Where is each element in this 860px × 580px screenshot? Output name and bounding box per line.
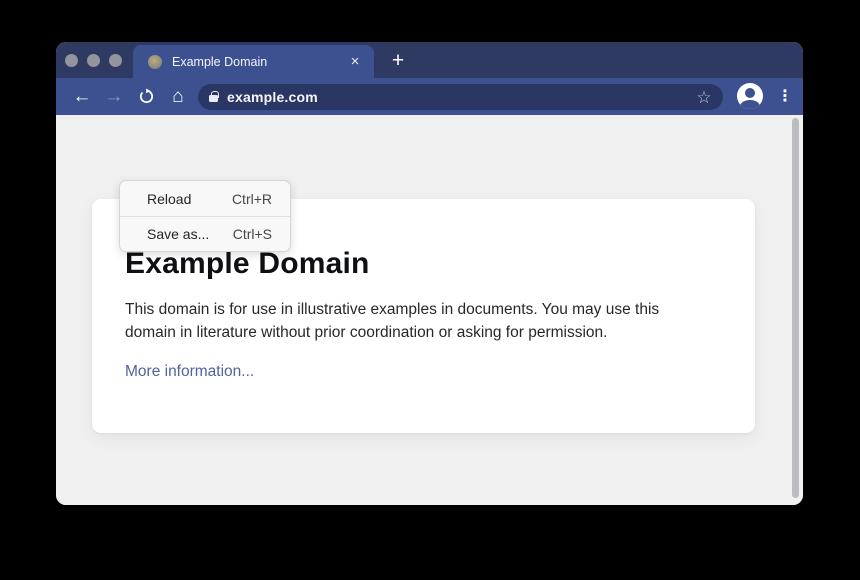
reload-icon — [138, 88, 155, 105]
context-menu: Reload Ctrl+R Save as... Ctrl+S — [119, 180, 291, 252]
url-text[interactable]: example.com — [227, 89, 693, 105]
back-arrow-icon: ← — [73, 87, 92, 106]
forward-button[interactable]: → — [98, 83, 130, 111]
tab-bar: Example Domain × + — [56, 42, 803, 78]
browser-tab[interactable]: Example Domain × — [133, 45, 374, 78]
window-zoom-button[interactable] — [109, 54, 122, 67]
menu-item-label: Save as... — [147, 226, 209, 242]
menu-item-shortcut: Ctrl+R — [232, 191, 272, 207]
menu-item-shortcut: Ctrl+S — [233, 226, 272, 242]
kebab-menu-icon: ⋮ — [777, 86, 793, 106]
traffic-lights — [65, 42, 122, 78]
tab-title: Example Domain — [172, 55, 346, 69]
bookmark-star-icon[interactable]: ☆ — [693, 89, 715, 106]
browser-window: Example Domain × + ← → ⌂ example.com ☆ ⋮… — [56, 42, 803, 505]
site-favicon-icon — [148, 55, 162, 69]
vertical-scrollbar[interactable] — [792, 118, 799, 498]
back-button[interactable]: ← — [66, 83, 98, 111]
profile-button[interactable] — [737, 83, 763, 109]
page-content: Example Domain This domain is for use in… — [56, 115, 803, 505]
new-tab-button[interactable]: + — [386, 49, 410, 73]
toolbar: ← → ⌂ example.com ☆ ⋮ — [56, 78, 803, 115]
overflow-menu-button[interactable]: ⋮ — [775, 83, 795, 109]
home-button[interactable]: ⌂ — [162, 83, 194, 111]
menu-item-label: Reload — [147, 191, 191, 207]
page-title: Example Domain — [125, 247, 715, 281]
home-icon: ⌂ — [172, 87, 183, 106]
forward-arrow-icon: → — [105, 87, 124, 106]
menu-item-save-as[interactable]: Save as... Ctrl+S — [120, 216, 290, 251]
more-information-link[interactable]: More information... — [125, 363, 254, 381]
menu-item-reload[interactable]: Reload Ctrl+R — [120, 181, 290, 216]
address-bar[interactable]: example.com ☆ — [198, 84, 723, 110]
tab-close-icon[interactable]: × — [346, 53, 364, 71]
window-close-button[interactable] — [65, 54, 78, 67]
page-paragraph: This domain is for use in illustrative e… — [125, 298, 705, 345]
lock-icon — [209, 95, 218, 102]
reload-button[interactable] — [130, 83, 162, 111]
window-minimize-button[interactable] — [87, 54, 100, 67]
